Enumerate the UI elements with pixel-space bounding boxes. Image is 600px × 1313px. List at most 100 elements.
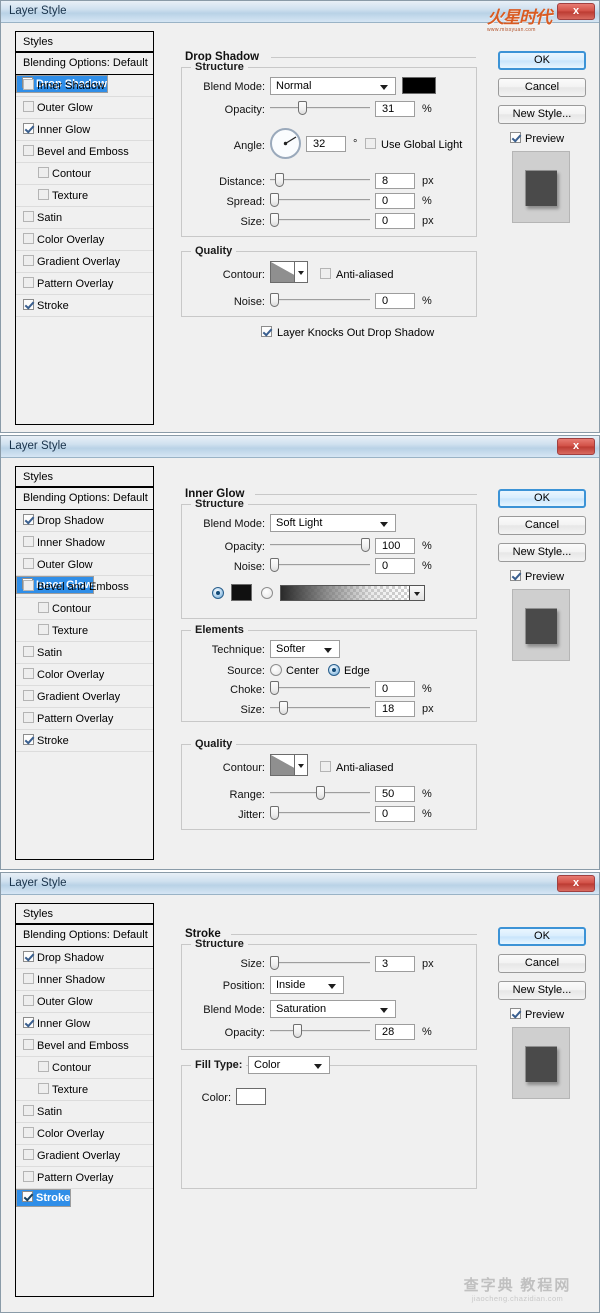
checkbox-outer-glow[interactable]	[23, 995, 34, 1006]
cancel-button[interactable]: Cancel	[498, 954, 586, 973]
size-value-field[interactable]: 0	[375, 213, 415, 229]
sidebar-item-bevel-and-emboss[interactable]: Bevel and Emboss	[16, 1035, 153, 1057]
sidebar-item-color-overlay[interactable]: Color Overlay	[16, 229, 153, 251]
jitter-slider[interactable]	[270, 806, 370, 820]
checkbox-inner-shadow[interactable]	[23, 79, 34, 90]
angle-dial[interactable]	[270, 128, 301, 159]
contour-preset-picker[interactable]	[270, 754, 308, 776]
sidebar-item-outer-glow[interactable]: Outer Glow	[16, 991, 153, 1013]
checkbox-texture[interactable]	[38, 624, 49, 635]
cancel-button[interactable]: Cancel	[498, 516, 586, 535]
choke-value-field[interactable]: 0	[375, 681, 415, 697]
spread-value-field[interactable]: 0	[375, 193, 415, 209]
sidebar-item-inner-glow[interactable]: Inner Glow	[16, 1013, 153, 1035]
checkbox-inner-shadow[interactable]	[23, 973, 34, 984]
checkbox-bevel-and-emboss[interactable]	[23, 145, 34, 156]
checkbox-color-overlay[interactable]	[23, 668, 34, 679]
checkbox-contour[interactable]	[38, 1061, 49, 1072]
source-center-radio[interactable]: Center	[270, 664, 319, 677]
checkbox-gradient-overlay[interactable]	[23, 1149, 34, 1160]
contour-dropdown-arrow[interactable]	[294, 262, 307, 282]
opacity-slider[interactable]	[270, 1024, 370, 1038]
slider-knob[interactable]	[270, 293, 279, 307]
slider-knob[interactable]	[270, 193, 279, 207]
checkbox-glyph[interactable]	[510, 132, 521, 143]
opacity-slider[interactable]	[270, 538, 370, 552]
use-global-light-checkbox[interactable]: Use Global Light	[365, 138, 462, 151]
slider-knob[interactable]	[270, 806, 279, 820]
slider-knob[interactable]	[361, 538, 370, 552]
checkbox-bevel-and-emboss[interactable]	[23, 1039, 34, 1050]
sidebar-item-contour[interactable]: Contour	[16, 598, 153, 620]
range-slider[interactable]	[270, 786, 370, 800]
fill-type-select[interactable]: Color	[248, 1056, 330, 1074]
sidebar-item-pattern-overlay[interactable]: Pattern Overlay	[16, 1167, 153, 1189]
checkbox-stroke[interactable]	[23, 734, 34, 745]
sidebar-item-stroke[interactable]: Stroke	[16, 730, 153, 752]
contour-dropdown-arrow[interactable]	[294, 755, 307, 775]
checkbox-pattern-overlay[interactable]	[23, 1171, 34, 1182]
checkbox-glyph[interactable]	[320, 268, 331, 279]
radio-glyph[interactable]	[270, 664, 282, 676]
glow-source-gradient-radio[interactable]	[261, 587, 277, 600]
preview-checkbox[interactable]: Preview	[510, 132, 590, 145]
distance-slider[interactable]	[270, 173, 370, 187]
checkbox-outer-glow[interactable]	[23, 101, 34, 112]
slider-knob[interactable]	[293, 1024, 302, 1038]
checkbox-satin[interactable]	[23, 211, 34, 222]
sidebar-item-stroke[interactable]: Stroke	[16, 1189, 71, 1207]
preview-checkbox[interactable]: Preview	[510, 570, 590, 583]
checkbox-pattern-overlay[interactable]	[23, 277, 34, 288]
preview-checkbox[interactable]: Preview	[510, 1008, 590, 1021]
blend-mode-select[interactable]: Soft Light	[270, 514, 396, 532]
radio-glyph[interactable]	[328, 664, 340, 676]
layer-knocks-out-drop-shadow-checkbox[interactable]: Layer Knocks Out Drop Shadow	[261, 326, 434, 339]
close-button[interactable]: x	[557, 3, 595, 20]
checkbox-inner-glow[interactable]	[23, 1017, 34, 1028]
checkbox-pattern-overlay[interactable]	[23, 712, 34, 723]
close-button[interactable]: x	[557, 438, 595, 455]
checkbox-glyph[interactable]	[261, 326, 272, 337]
size-slider[interactable]	[270, 956, 370, 970]
sidebar-item-stroke[interactable]: Stroke	[16, 295, 153, 317]
sidebar-item-gradient-overlay[interactable]: Gradient Overlay	[16, 1145, 153, 1167]
anti-aliased-checkbox[interactable]: Anti-aliased	[320, 268, 393, 281]
cancel-button[interactable]: Cancel	[498, 78, 586, 97]
noise-slider[interactable]	[270, 293, 370, 307]
ok-button[interactable]: OK	[498, 489, 586, 508]
sidebar-item-contour[interactable]: Contour	[16, 163, 153, 185]
sidebar-item-bevel-and-emboss[interactable]: Bevel and Emboss	[16, 141, 153, 163]
slider-knob[interactable]	[270, 213, 279, 227]
new-style-button[interactable]: New Style...	[498, 981, 586, 1000]
checkbox-texture[interactable]	[38, 189, 49, 200]
size-value-field[interactable]: 18	[375, 701, 415, 717]
blend-mode-select[interactable]: Saturation	[270, 1000, 396, 1018]
size-value-field[interactable]: 3	[375, 956, 415, 972]
opacity-value-field[interactable]: 28	[375, 1024, 415, 1040]
sidebar-item-pattern-overlay[interactable]: Pattern Overlay	[16, 708, 153, 730]
checkbox-satin[interactable]	[23, 1105, 34, 1116]
technique-select[interactable]: Softer	[270, 640, 340, 658]
checkbox-bevel-and-emboss[interactable]	[23, 580, 34, 591]
checkbox-gradient-overlay[interactable]	[23, 690, 34, 701]
ok-button[interactable]: OK	[498, 927, 586, 946]
angle-value-field[interactable]: 32	[306, 136, 346, 152]
gradient-preview-strip[interactable]	[280, 585, 410, 601]
sidebar-item-inner-shadow[interactable]: Inner Shadow	[16, 969, 153, 991]
checkbox-stroke[interactable]	[23, 299, 34, 310]
sidebar-item-color-overlay[interactable]: Color Overlay	[16, 664, 153, 686]
sidebar-item-inner-shadow[interactable]: Inner Shadow	[16, 532, 153, 554]
slider-knob[interactable]	[275, 173, 284, 187]
opacity-slider[interactable]	[270, 101, 370, 115]
checkbox-color-overlay[interactable]	[23, 1127, 34, 1138]
sidebar-item-satin[interactable]: Satin	[16, 207, 153, 229]
sidebar-item-outer-glow[interactable]: Outer Glow	[16, 97, 153, 119]
slider-knob[interactable]	[270, 681, 279, 695]
sidebar-item-inner-glow[interactable]: Inner Glow	[16, 119, 153, 141]
sidebar-item-satin[interactable]: Satin	[16, 642, 153, 664]
contour-preset-picker[interactable]	[270, 261, 308, 283]
drop-shadow-color-swatch[interactable]	[402, 77, 436, 94]
slider-knob[interactable]	[298, 101, 307, 115]
gradient-picker-dropdown[interactable]	[410, 585, 425, 601]
sidebar-item-gradient-overlay[interactable]: Gradient Overlay	[16, 686, 153, 708]
